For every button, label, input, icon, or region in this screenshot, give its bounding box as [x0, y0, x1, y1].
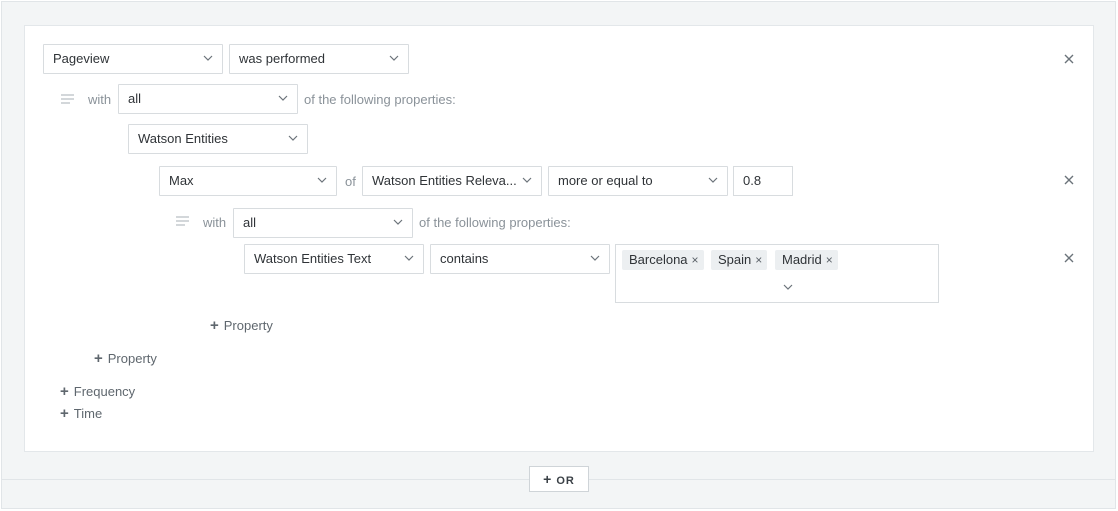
- chevron-down-icon: [404, 255, 414, 261]
- tag-label: Spain: [718, 252, 752, 267]
- with-label: with: [88, 92, 112, 107]
- nested-property-value: Watson Entities Text: [254, 251, 372, 266]
- plus-icon: +: [94, 350, 103, 367]
- aggregate-select[interactable]: Max: [159, 166, 337, 196]
- of-label: of: [345, 174, 356, 189]
- add-property-label: Property: [107, 351, 157, 366]
- value-input[interactable]: 0.8: [733, 166, 793, 196]
- chevron-down-icon: [708, 177, 718, 183]
- tag-label: Barcelona: [629, 252, 688, 267]
- add-frequency-link[interactable]: + Frequency: [60, 384, 135, 400]
- chevron-down-icon: [203, 55, 213, 61]
- add-or-button[interactable]: + OR: [529, 466, 589, 492]
- tag-chip: Spain ×: [711, 250, 768, 270]
- chevron-down-icon: [389, 55, 399, 61]
- nested-quantifier-value: all: [243, 215, 257, 230]
- tag-remove-icon[interactable]: ×: [755, 253, 762, 267]
- chevron-down-icon[interactable]: [783, 283, 793, 291]
- tag-remove-icon[interactable]: ×: [692, 253, 699, 267]
- filter-lines-icon: [176, 216, 189, 226]
- following-properties-label: of the following properties:: [419, 215, 571, 230]
- operator-select[interactable]: more or equal to: [548, 166, 728, 196]
- field-select[interactable]: Watson Entities Releva...: [362, 166, 542, 196]
- nested-operator-select[interactable]: contains: [430, 244, 610, 274]
- add-frequency-label: Frequency: [73, 384, 136, 399]
- add-time-link[interactable]: + Time: [60, 406, 102, 422]
- event-select[interactable]: Pageview: [43, 44, 223, 74]
- quantifier-select[interactable]: all: [118, 84, 298, 114]
- tag-multiselect[interactable]: Barcelona × Spain × Madrid ×: [615, 244, 939, 303]
- nested-quantifier-select[interactable]: all: [233, 208, 413, 238]
- tag-chip: Madrid ×: [775, 250, 838, 270]
- filter-lines-icon: [61, 94, 74, 104]
- tag-remove-icon[interactable]: ×: [826, 253, 833, 267]
- chevron-down-icon: [590, 255, 600, 261]
- tag-chip: Barcelona ×: [622, 250, 704, 270]
- event-condition-value: was performed: [239, 51, 325, 66]
- following-properties-label: of the following properties:: [304, 92, 456, 107]
- plus-icon: +: [210, 317, 219, 334]
- chevron-down-icon: [393, 219, 403, 225]
- operator-value: more or equal to: [558, 173, 653, 188]
- plus-icon: +: [60, 383, 69, 400]
- chevron-down-icon: [288, 135, 298, 141]
- aggregate-value: Max: [169, 173, 194, 188]
- tag-label: Madrid: [782, 252, 822, 267]
- nested-operator-value: contains: [440, 251, 489, 266]
- plus-icon: +: [60, 405, 69, 422]
- event-select-value: Pageview: [53, 51, 110, 66]
- nested-property-select[interactable]: Watson Entities Text: [244, 244, 424, 274]
- remove-nested-condition-close-icon[interactable]: [1063, 252, 1075, 264]
- property-value: Watson Entities: [138, 131, 228, 146]
- remove-aggregate-close-icon[interactable]: [1063, 174, 1075, 186]
- add-property-outer-link[interactable]: + Property: [94, 351, 157, 367]
- add-property-label: Property: [223, 318, 273, 333]
- property-select[interactable]: Watson Entities: [128, 124, 308, 154]
- chevron-down-icon: [522, 177, 532, 183]
- field-value: Watson Entities Releva...: [372, 173, 517, 188]
- chevron-down-icon: [278, 95, 288, 101]
- or-button-label: OR: [556, 475, 575, 487]
- quantifier-value: all: [128, 91, 142, 106]
- with-label: with: [203, 215, 227, 230]
- add-time-label: Time: [73, 406, 103, 421]
- event-condition-select[interactable]: was performed: [229, 44, 409, 74]
- add-property-inner-link[interactable]: + Property: [210, 318, 273, 334]
- chevron-down-icon: [317, 177, 327, 183]
- remove-event-close-icon[interactable]: [1063, 53, 1075, 65]
- plus-icon: +: [543, 471, 553, 487]
